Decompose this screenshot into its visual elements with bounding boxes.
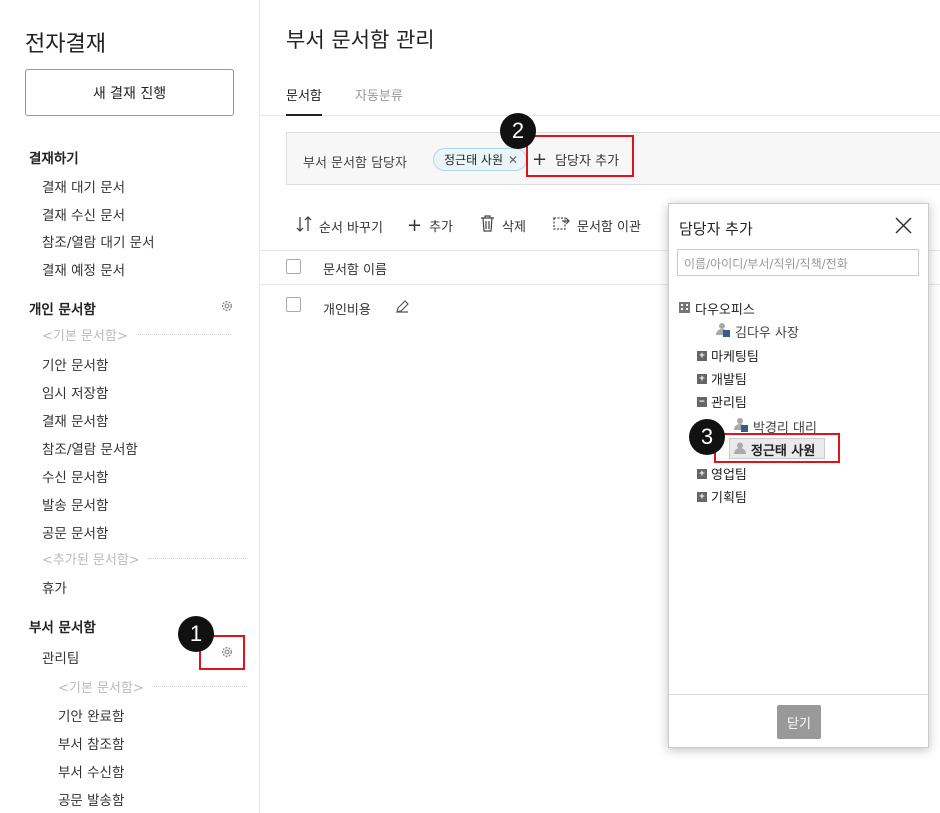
added-box-divider: <추가된 문서함> [42,549,248,568]
tab-docbox[interactable]: 문서함 [286,85,322,104]
remove-icon[interactable]: ✕ [508,153,518,167]
sort-icon [296,215,312,237]
highlight-box-2 [526,135,634,177]
close-icon[interactable] [894,216,913,239]
dialog-footer-divider [669,694,928,695]
transfer-icon [553,215,570,236]
basic-box-divider: <기본 문서함> [42,325,231,344]
select-all-checkbox[interactable] [286,259,301,274]
add-label: 추가 [429,220,454,235]
sidebar-item-approved[interactable]: 결재 문서함 [42,410,108,430]
expand-icon[interactable]: + [697,373,707,384]
team-label: 기획팀 [711,491,747,506]
user-icon [715,321,731,341]
sidebar-item-received[interactable]: 결재 수신 문서 [42,204,125,224]
placeholder-label: <기본 문서함> [58,681,144,696]
section-approve[interactable]: 결재하기 [29,147,79,167]
delete-button[interactable]: 삭제 [480,215,526,236]
sidebar-item-dept-ref[interactable]: 부서 참조함 [58,733,124,753]
app-title: 전자결재 [25,32,106,57]
add-button[interactable]: + 추가 [407,215,453,236]
sidebar-item-dept-inbox[interactable]: 부서 수신함 [58,761,124,781]
delete-label: 삭제 [502,220,526,235]
sidebar-item-pending[interactable]: 결재 대기 문서 [42,176,125,196]
dept-basic-divider: <기본 문서함> [58,677,247,696]
step-badge-1: 1 [178,616,214,652]
tree-member-ceo[interactable]: 김다우 사장 [715,321,799,341]
manager-chip-label: 정근태 사원 [444,153,504,167]
sidebar-item-sent[interactable]: 발송 문서함 [42,494,108,514]
section-dept[interactable]: 부서 문서함 [29,616,96,636]
expand-icon[interactable]: + [697,491,707,502]
active-tab-underline [286,114,322,116]
manager-chip: 정근태 사원 ✕ [433,148,528,171]
step-badge-3: 3 [689,419,725,455]
expand-icon[interactable]: + [697,468,707,479]
divider-line [135,334,231,335]
tree-team-marketing[interactable]: + 마케팅팀 [697,346,759,365]
sidebar-item-team[interactable]: 관리팀 [42,647,79,667]
sidebar-item-ref-pending[interactable]: 참조/열람 대기 문서 [42,231,155,251]
sidebar-item-draft[interactable]: 기안 문서함 [42,354,108,374]
highlight-box-3 [714,433,840,463]
search-input[interactable]: 이름/아이디/부서/직위/직책/전화 [677,249,919,276]
tree-team-dev[interactable]: + 개발팀 [697,369,747,388]
reorder-button[interactable]: 순서 바꾸기 [296,215,383,237]
collapse-icon[interactable]: − [697,396,707,407]
divider-line [147,558,248,559]
sidebar-item-temp[interactable]: 임시 저장함 [42,382,108,402]
team-label: 영업팀 [711,468,747,483]
transfer-button[interactable]: 문서함 이관 [553,215,641,236]
column-header-name: 문서함 이름 [323,263,387,278]
tree-team-mgmt[interactable]: − 관리팀 [697,392,747,411]
expand-icon[interactable]: + [697,350,707,361]
sidebar-item-official[interactable]: 공문 문서함 [42,522,108,542]
reorder-label: 순서 바꾸기 [319,220,383,236]
sidebar-item-inbox[interactable]: 수신 문서함 [42,466,108,486]
team-label: 마케팅팀 [711,350,759,365]
gear-icon[interactable] [219,298,235,314]
page-title: 부서 문서함 관리 [286,28,435,52]
team-label: 관리팀 [711,396,747,411]
dialog-title: 담당자 추가 [679,220,753,238]
transfer-label: 문서함 이관 [577,220,641,235]
member-label: 김다우 사장 [735,325,799,341]
placeholder-label: <기본 문서함> [42,329,128,344]
sidebar-item-dept-official[interactable]: 공문 발송함 [58,789,124,809]
team-label: 개발팀 [711,373,747,388]
tree-team-sales[interactable]: + 영업팀 [697,464,747,483]
plus-icon: + [407,215,423,236]
tab-autoclassify[interactable]: 자동분류 [355,85,403,104]
building-icon [678,300,691,317]
step-badge-2: 2 [500,113,536,149]
placeholder-label: <추가된 문서함> [42,553,140,568]
close-button[interactable]: 닫기 [777,705,821,739]
sidebar-item-vacation[interactable]: 휴가 [42,577,67,597]
sidebar-item-draft-done[interactable]: 기안 완료함 [58,705,124,725]
tab-divider [260,115,940,116]
manager-label: 부서 문서함 담당자 [303,156,407,171]
sidebar-item-ref[interactable]: 참조/열람 문서함 [42,438,138,458]
divider-line [151,686,247,687]
pencil-icon[interactable] [395,299,410,318]
tree-root[interactable]: 다우오피스 [678,299,755,318]
new-approval-button[interactable]: 새 결재 진행 [25,69,234,116]
row-checkbox[interactable] [286,297,301,312]
table-row-name[interactable]: 개인비용 [323,299,371,318]
sidebar-item-scheduled[interactable]: 결재 예정 문서 [42,259,125,279]
tree-root-label: 다우오피스 [695,303,755,318]
section-personal[interactable]: 개인 문서함 [29,298,96,318]
trash-icon [480,215,495,236]
tree-team-plan[interactable]: + 기획팀 [697,487,747,506]
